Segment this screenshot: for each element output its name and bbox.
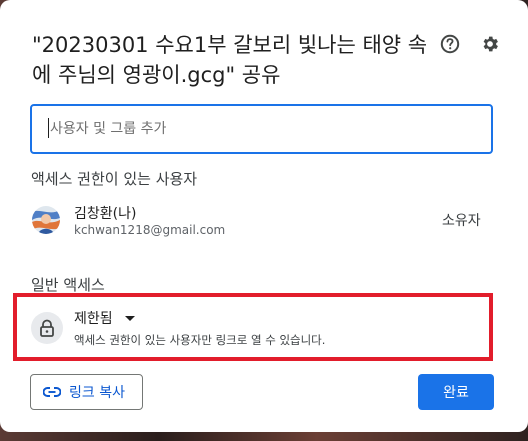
people-with-access-heading: 액세스 권한이 있는 사용자 [31, 170, 198, 188]
caret-down-icon [124, 315, 135, 321]
help-icon[interactable] [438, 32, 462, 56]
access-description: 액세스 권한이 있는 사용자만 링크로 열 수 있습니다. [74, 333, 326, 347]
add-people-input[interactable] [30, 104, 493, 154]
access-level-label: 제한됨 [74, 311, 113, 327]
gear-icon[interactable] [478, 32, 502, 56]
user-email: kchwan1218@gmail.com [74, 223, 226, 237]
link-icon [43, 383, 61, 401]
user-role: 소유자 [442, 213, 481, 229]
lock-icon [31, 312, 63, 344]
share-dialog: "20230301 수요1부 갈보리 빛나는 태양 속에 주님의 영광이.gcg… [0, 0, 528, 432]
dialog-title: "20230301 수요1부 갈보리 빛나는 태양 속에 주님의 영광이.gcg… [32, 33, 428, 87]
text-cursor [48, 118, 49, 138]
general-access-heading: 일반 액세스 [31, 276, 105, 294]
copy-link-label: 링크 복사 [69, 385, 125, 401]
done-label: 완료 [443, 385, 469, 401]
avatar [32, 206, 60, 234]
copy-link-button[interactable]: 링크 복사 [30, 374, 143, 410]
user-name: 김창환(나) [74, 206, 137, 222]
done-button[interactable]: 완료 [418, 374, 494, 410]
general-access-dropdown[interactable]: 제한됨 [74, 307, 135, 329]
